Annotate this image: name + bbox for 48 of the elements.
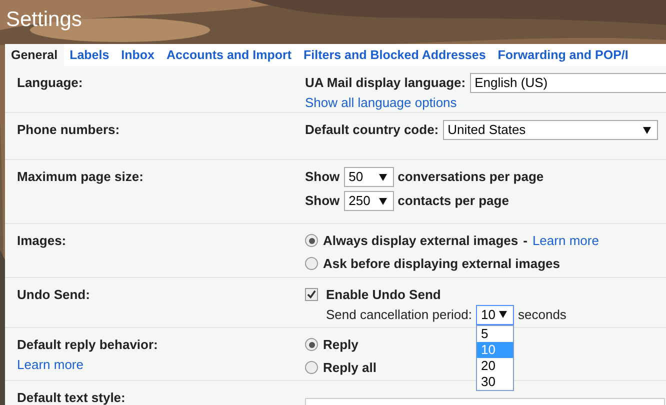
dropdown[interactable]: 10	[476, 304, 514, 324]
radio-label: Reply all	[323, 358, 376, 377]
field-label: Default country code:	[305, 121, 439, 140]
page-title: Settings	[6, 8, 82, 31]
setting-label: Language:	[17, 74, 84, 92]
radio-button[interactable]	[305, 234, 318, 248]
setting-label: Maximum page size:	[17, 168, 144, 186]
dropdown[interactable]: English (US)	[470, 73, 666, 93]
field-label: conversations per page	[398, 168, 544, 186]
setting-label: Undo Send:	[17, 286, 91, 304]
checkbox-label: Enable Undo Send	[326, 286, 441, 304]
link[interactable]: Learn more	[532, 231, 599, 250]
field-label: Send cancellation period:	[326, 306, 472, 324]
setting-label: Images:	[17, 232, 68, 250]
dropdown[interactable]: 50	[344, 167, 394, 187]
menu-option[interactable]: 5	[477, 326, 513, 342]
tab[interactable]: Inbox	[115, 44, 161, 66]
show-label: Show	[305, 192, 340, 210]
tab[interactable]: Forwarding and POP/I	[492, 44, 634, 66]
radio-button[interactable]	[305, 338, 318, 352]
menu-option[interactable]: 30	[477, 374, 513, 390]
setting-label: Default reply behavior:	[17, 336, 159, 354]
radio-button[interactable]	[305, 256, 318, 270]
caret-icon	[499, 311, 507, 318]
radio-label: Ask before displaying external images	[323, 254, 560, 273]
radio-label: Always display external images	[323, 232, 518, 250]
tab[interactable]: Accounts and Import	[160, 44, 298, 66]
caret-icon	[378, 174, 387, 180]
radio-button[interactable]	[305, 360, 318, 374]
field-label: contacts per page	[398, 192, 509, 210]
setting-label: Phone numbers:	[17, 121, 121, 139]
show-label: Show	[305, 168, 340, 186]
caret-icon	[642, 126, 651, 134]
tab[interactable]: Filters and Blocked Addresses	[298, 44, 492, 66]
tab[interactable]: General	[5, 44, 64, 66]
separator: -	[523, 232, 528, 250]
setting-label: Default text style:	[17, 389, 126, 405]
field-label: seconds	[518, 306, 566, 324]
tab[interactable]: Labels	[64, 44, 116, 66]
link[interactable]: Learn more	[17, 354, 84, 374]
checkbox[interactable]	[305, 288, 318, 302]
caret-icon	[378, 198, 387, 204]
link[interactable]: Show all language options	[305, 93, 666, 112]
menu-option[interactable]: 20	[477, 358, 513, 374]
radio-label: Reply	[323, 336, 358, 354]
dropdown[interactable]: United States	[442, 120, 658, 140]
field-label: UA Mail display language:	[305, 74, 466, 92]
dropdown[interactable]: 250	[344, 191, 394, 211]
